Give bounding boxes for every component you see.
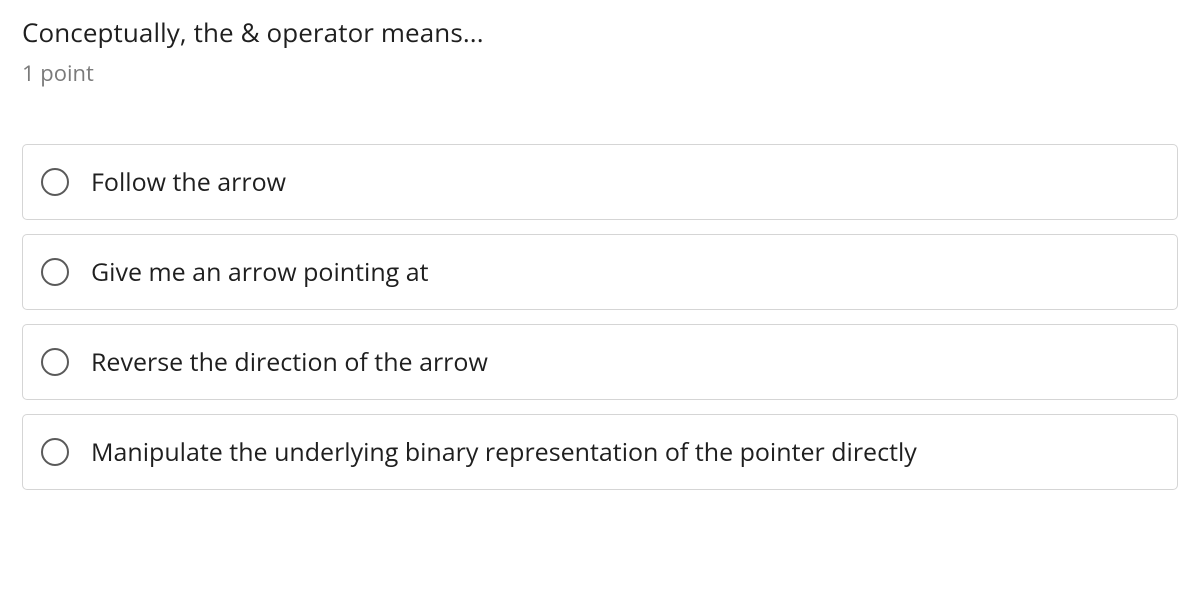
radio-icon[interactable] [41, 258, 69, 286]
question-title: Conceptually, the & operator means... [22, 14, 1178, 50]
radio-icon[interactable] [41, 348, 69, 376]
option-row[interactable]: Reverse the direction of the arrow [22, 324, 1178, 400]
radio-icon[interactable] [41, 168, 69, 196]
option-row[interactable]: Manipulate the underlying binary represe… [22, 414, 1178, 490]
option-label: Follow the arrow [91, 165, 286, 199]
option-label: Manipulate the underlying binary represe… [91, 435, 917, 469]
radio-icon[interactable] [41, 438, 69, 466]
options-list: Follow the arrow Give me an arrow pointi… [22, 144, 1178, 490]
question-points: 1 point [22, 58, 1178, 88]
option-label: Give me an arrow pointing at [91, 255, 429, 289]
option-row[interactable]: Give me an arrow pointing at [22, 234, 1178, 310]
option-row[interactable]: Follow the arrow [22, 144, 1178, 220]
option-label: Reverse the direction of the arrow [91, 345, 488, 379]
